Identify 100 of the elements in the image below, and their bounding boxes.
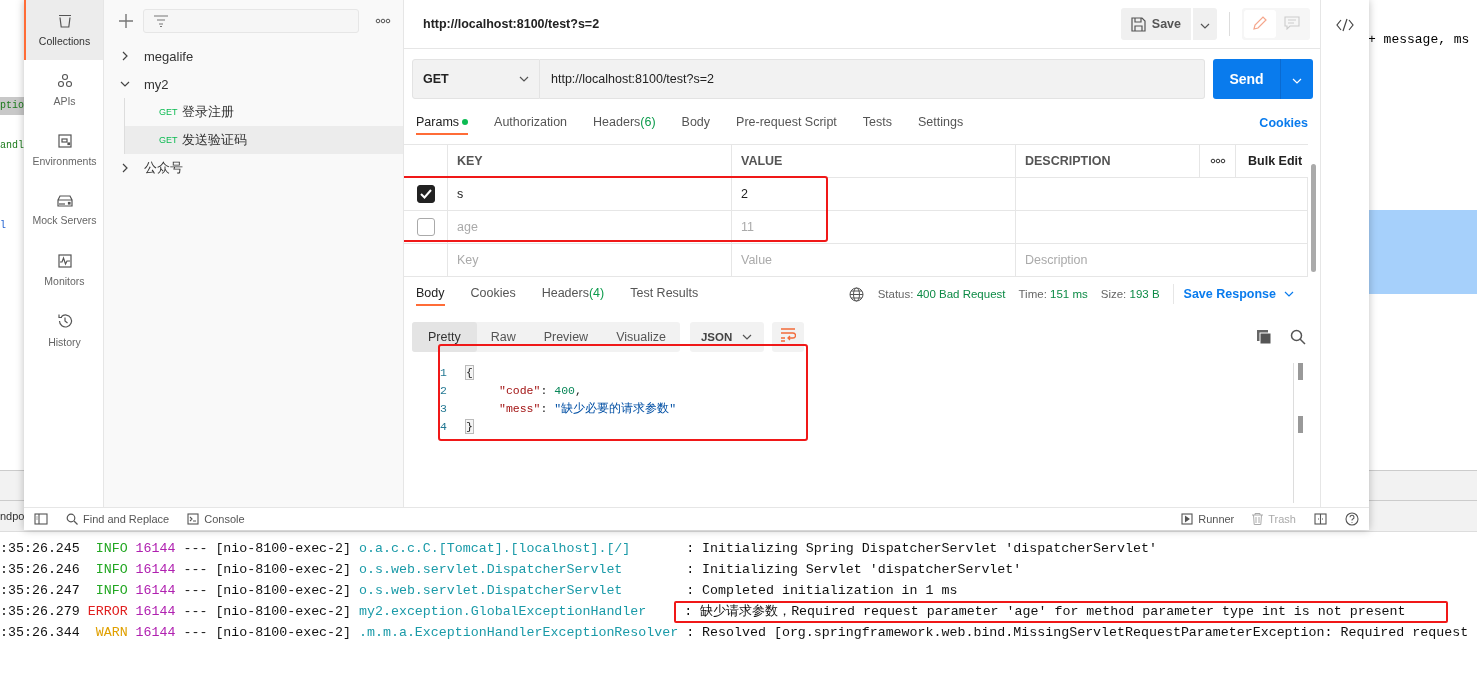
log-message: : Resolved [org.springframework.web.bind.MissingServletRequestParameterException: Required request <box>686 625 1469 640</box>
check-icon <box>419 189 432 199</box>
log-thread: [nio-8100-exec-2] <box>215 625 352 640</box>
log-separator: --- <box>183 541 208 556</box>
help-icon[interactable] <box>1345 512 1359 526</box>
scrollbar[interactable] <box>1311 164 1316 272</box>
request-tab[interactable]: Tests <box>862 111 892 135</box>
editor-tab[interactable]: ndpo <box>0 510 25 522</box>
filter-field[interactable] <box>143 9 359 33</box>
log-level: INFO <box>94 541 128 556</box>
method-select[interactable]: GET <box>412 59 540 99</box>
response-tab[interactable]: Body <box>416 282 445 306</box>
request-tab[interactable]: Authorization <box>494 111 568 135</box>
log-separator: --- <box>183 583 208 598</box>
chevron-right-icon <box>120 51 130 61</box>
line-number: 1 <box>440 365 448 379</box>
caret-icon <box>741 333 752 340</box>
nav-item[interactable]: Collections <box>24 0 103 60</box>
pencil-icon <box>1253 15 1267 30</box>
view-mode-tab[interactable]: Preview <box>529 321 603 352</box>
log-message: : 缺少请求参数，Required request parameter 'age' for method parameter type int is not present <box>674 600 1448 623</box>
code-fragment: ptio <box>0 97 24 115</box>
bulk-edit-button[interactable]: Bulk Edit <box>1236 145 1308 178</box>
log-message: : Initializing Servlet 'dispatcherServlet' <box>686 562 1022 577</box>
more-icon[interactable] <box>375 18 391 24</box>
description-field[interactable]: Description <box>1016 244 1308 277</box>
format-select[interactable]: JSON <box>689 321 764 352</box>
trash-can-icon <box>1252 513 1264 525</box>
search-icon[interactable] <box>1290 328 1306 345</box>
key-field[interactable]: Key <box>448 244 732 277</box>
server-icon <box>55 194 74 208</box>
scrollbar[interactable] <box>1298 416 1303 433</box>
request-tab[interactable]: Params <box>416 111 469 135</box>
plus-icon[interactable] <box>119 14 133 28</box>
globe-icon[interactable] <box>848 286 864 302</box>
caret-icon <box>519 76 529 82</box>
log-logger: .m.m.a.ExceptionHandlerExceptionResolver <box>359 625 679 640</box>
find-replace-button[interactable]: Find and Replace <box>66 513 170 525</box>
save-button[interactable]: Save <box>1120 8 1191 40</box>
log-timestamp: :35:26.344 <box>0 625 80 640</box>
log-separator: --- <box>183 604 208 619</box>
response-tab[interactable]: Cookies <box>470 282 516 306</box>
request-tab[interactable]: Pre-request Script <box>736 111 837 135</box>
filter-icon <box>154 15 168 27</box>
response-tab[interactable]: Test Results <box>630 282 699 306</box>
nav-item[interactable]: Monitors <box>24 240 103 300</box>
param-key[interactable]: s <box>448 178 732 211</box>
more-icon[interactable] <box>1209 158 1226 164</box>
collection-item[interactable]: 公众号 <box>104 154 403 182</box>
copy-icon[interactable] <box>1256 328 1272 345</box>
response-stat: Time: 151 ms <box>1018 288 1088 300</box>
response-tab[interactable]: Headers(4) <box>541 282 605 306</box>
collection-item[interactable]: megalife <box>104 42 403 70</box>
nav-item[interactable]: Mock Servers <box>24 180 103 240</box>
caret-icon <box>1292 77 1302 84</box>
view-mode-tab[interactable]: Visualize <box>602 321 680 352</box>
scrollbar[interactable] <box>1298 363 1303 380</box>
sidebar-toggle-icon[interactable] <box>34 513 48 525</box>
log-pid: 16144 <box>135 604 176 619</box>
save-response-button[interactable]: Save Response <box>1183 287 1308 301</box>
log-timestamp: :35:26.247 <box>0 583 80 598</box>
log-level: ERROR <box>87 604 128 619</box>
collection-item[interactable]: my2 <box>104 70 403 98</box>
response-stat: Status: 400 Bad Request <box>877 288 1006 300</box>
send-button[interactable]: Send <box>1213 59 1280 99</box>
nav-item[interactable]: History <box>24 300 103 360</box>
send-options-button[interactable] <box>1280 59 1313 99</box>
comment-icon <box>1284 15 1300 30</box>
pulse-icon <box>56 253 73 269</box>
log-thread: [nio-8100-exec-2] <box>215 583 352 598</box>
request-tab[interactable]: Body <box>681 111 711 135</box>
save-options-button[interactable] <box>1193 8 1217 40</box>
response-stat: Size: 193 B <box>1100 288 1160 300</box>
log-level: INFO <box>94 562 128 577</box>
log-timestamp: :35:26.245 <box>0 541 80 556</box>
nav-item[interactable]: APIs <box>24 60 103 120</box>
line-number: 3 <box>440 401 448 415</box>
view-mode-tab[interactable]: Raw <box>476 321 530 352</box>
request-item[interactable]: GET 发送验证码 <box>124 126 403 154</box>
wrap-lines-button[interactable] <box>771 321 804 352</box>
checkbox[interactable] <box>416 185 435 203</box>
log-timestamp: :35:26.279 <box>0 604 80 619</box>
value-field[interactable]: Value <box>732 244 1016 277</box>
log-pid: 16144 <box>135 541 176 556</box>
url-field[interactable]: http://localhost:8100/test?s=2 <box>540 59 1205 99</box>
code-icon[interactable] <box>1336 18 1354 32</box>
request-tab[interactable]: Headers(6) <box>593 111 656 135</box>
view-mode-tab[interactable]: Pretty <box>412 321 477 352</box>
code-line: "code": 400, <box>498 383 582 397</box>
request-tab[interactable]: Settings <box>918 111 964 135</box>
edit-mode-button[interactable] <box>1244 10 1276 38</box>
runner-button[interactable]: Runner <box>1181 513 1235 525</box>
nav-item[interactable]: Environments <box>24 120 103 180</box>
checkbox[interactable] <box>416 218 435 236</box>
two-pane-icon[interactable] <box>1314 513 1327 525</box>
console-button[interactable]: Console <box>187 513 245 525</box>
cookies-link[interactable]: Cookies <box>1259 116 1308 130</box>
param-value[interactable]: 2 <box>732 178 1016 211</box>
code-fragment: + message, ms <box>1368 32 1471 47</box>
column-header: KEY <box>448 145 732 178</box>
